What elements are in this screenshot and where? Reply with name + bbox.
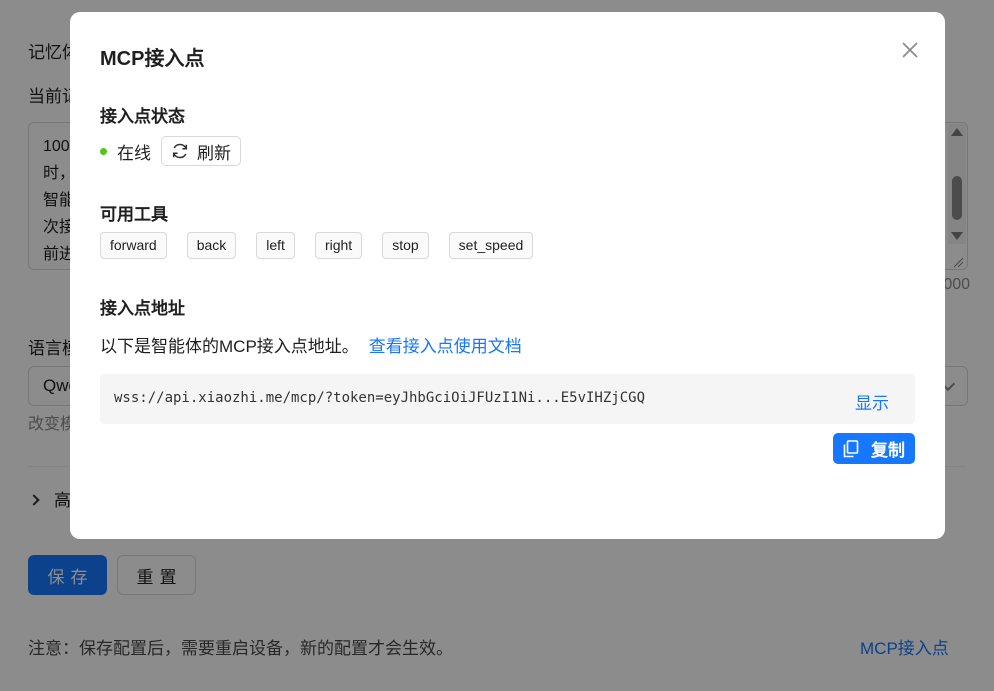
status-section-title: 接入点状态	[100, 107, 185, 126]
url-box: wss://api.xiaozhi.me/mcp/?token=eyJhbGci…	[100, 374, 915, 424]
copy-icon	[843, 439, 859, 457]
modal-title: MCP接入点	[100, 48, 205, 70]
tool-tag-back: back	[186, 232, 237, 259]
config-page: 记忆体 当前记忆 S 1000 时， 智能 次接 前进 /1000 语言模型 Q…	[0, 0, 994, 691]
status-row: 在线 刷新	[100, 136, 241, 166]
status-text: 在线	[117, 143, 151, 163]
url-description-text: 以下是智能体的MCP接入点地址。	[100, 337, 359, 356]
doc-link[interactable]: 查看接入点使用文档	[369, 337, 522, 356]
copy-label: 复制	[871, 441, 905, 460]
tools-list: forward back left right stop set_speed	[100, 232, 553, 259]
tool-tag-forward: forward	[100, 232, 167, 259]
url-description: 以下是智能体的MCP接入点地址。 查看接入点使用文档	[100, 332, 522, 357]
tool-tag-set-speed: set_speed	[448, 232, 534, 259]
tools-section-title: 可用工具	[100, 205, 168, 224]
tool-tag-stop: stop	[382, 232, 429, 259]
close-icon[interactable]	[898, 38, 922, 62]
url-section-title: 接入点地址	[100, 299, 185, 318]
online-status-dot	[100, 147, 107, 155]
endpoint-url: wss://api.xiaozhi.me/mcp/?token=eyJhbGci…	[114, 390, 646, 406]
refresh-button[interactable]: 刷新	[161, 136, 241, 166]
tool-tag-right: right	[314, 232, 363, 259]
refresh-label: 刷新	[197, 143, 231, 163]
copy-button[interactable]: 复制	[833, 433, 915, 464]
refresh-icon	[172, 143, 188, 159]
tool-tag-left: left	[256, 232, 295, 259]
show-token-button[interactable]: 显示	[855, 389, 889, 414]
mcp-endpoint-modal: MCP接入点 接入点状态 在线 刷新 可用工具 forward back lef…	[70, 12, 945, 539]
